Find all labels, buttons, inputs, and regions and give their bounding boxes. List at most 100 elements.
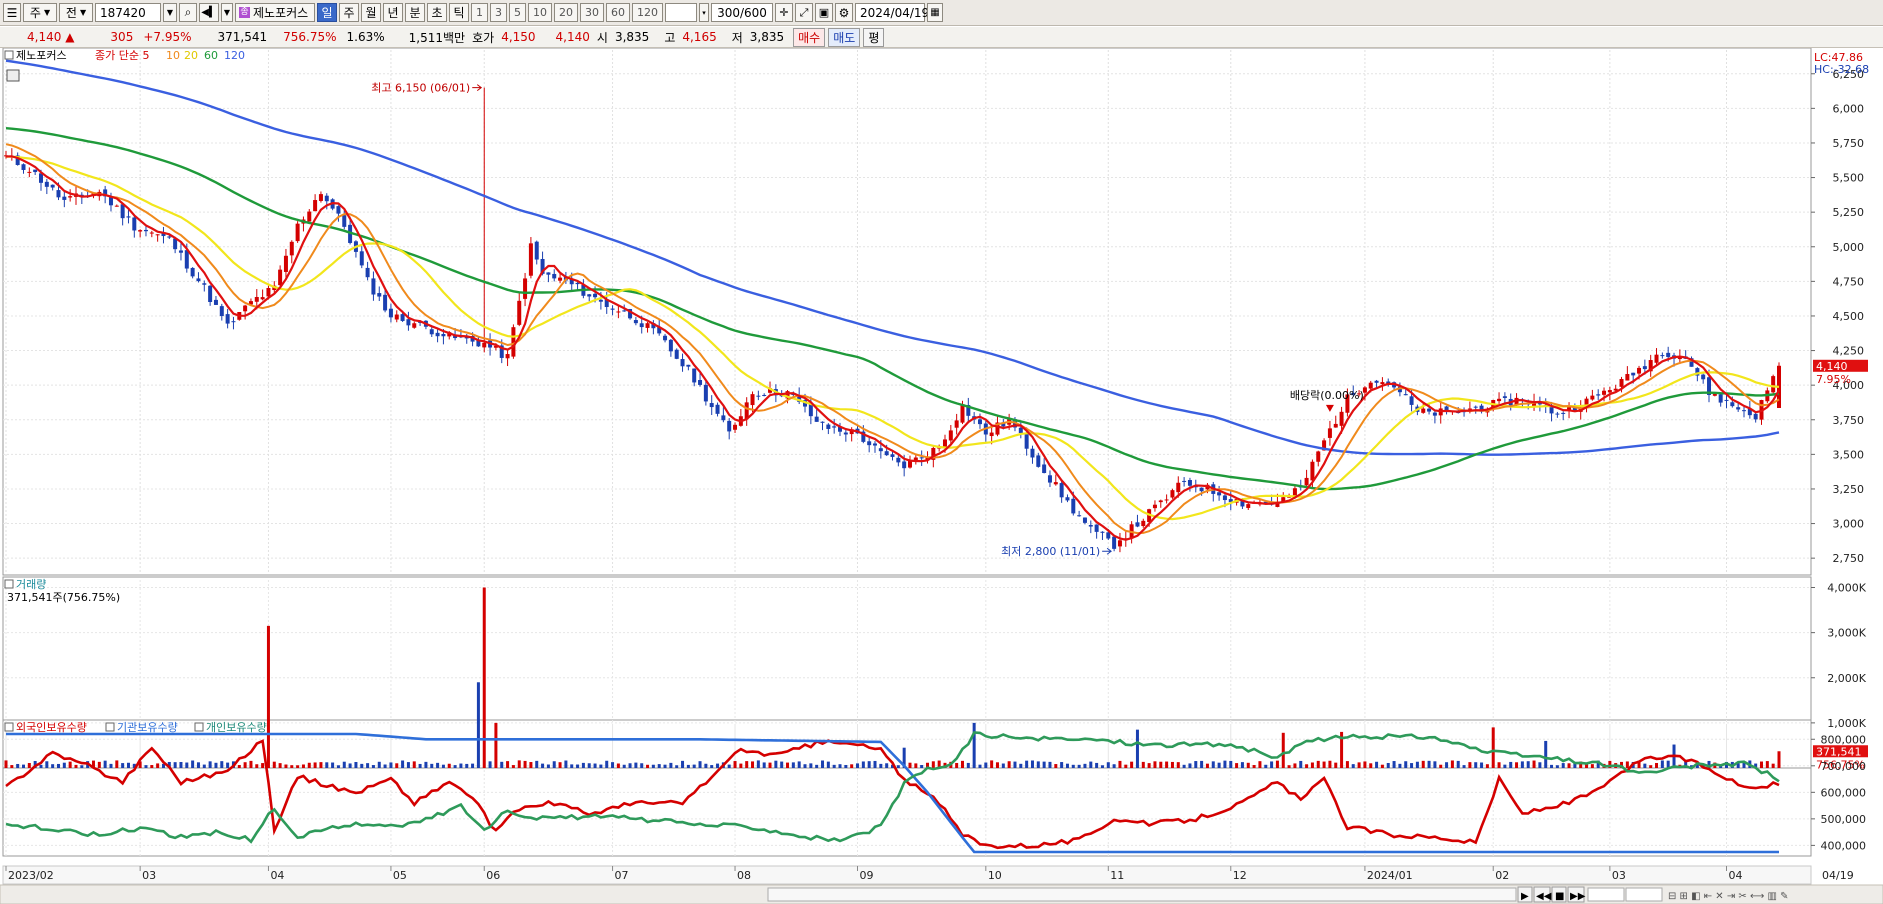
history-button[interactable]: ◀▍ (199, 3, 219, 22)
volume-bar (1649, 765, 1653, 768)
timeframe-week[interactable]: 주 (339, 3, 359, 22)
line-tool-icon: ⤢ (799, 5, 809, 19)
count-input[interactable]: 300/600 (711, 3, 773, 22)
zoom-slider-left[interactable] (1587, 887, 1625, 902)
volume-bar (325, 762, 329, 768)
volume-bar (191, 760, 195, 768)
volume-bar (272, 761, 276, 768)
volume-bar (424, 761, 428, 768)
stock-code-input[interactable]: 187420 (95, 3, 161, 22)
volume-bar (1299, 760, 1303, 768)
chart-tool-button[interactable]: ✛ (775, 3, 793, 22)
scrollbar-track[interactable] (767, 887, 1517, 902)
minute-120[interactable]: 120 (632, 3, 663, 22)
volume-bar (1450, 760, 1454, 768)
volume-bar (1462, 765, 1466, 768)
volume-bar (208, 761, 212, 768)
timeframe-month[interactable]: 월 (361, 3, 381, 22)
volume-bar (1322, 761, 1326, 768)
toolbar-icons-tail[interactable]: ⊟ ⊞ ◧ ⇤ ✕ ⇥ ✂ ⟷ ▥ ✎ (1668, 891, 1789, 902)
volume-bar (646, 764, 650, 768)
volume-bar (389, 762, 393, 768)
market-select[interactable]: 전 ▼ (59, 3, 93, 22)
volume-bar (914, 763, 918, 768)
candle-body (1753, 413, 1758, 420)
candle-body (1141, 520, 1146, 527)
timeframe-second[interactable]: 초 (427, 3, 447, 22)
history-dropdown-button[interactable]: ▼ (221, 3, 233, 22)
candle-body (733, 424, 738, 430)
volume-bar (1357, 762, 1361, 768)
candle-body (1112, 536, 1117, 549)
minute-60[interactable]: 60 (606, 3, 630, 22)
zoom-slider-right[interactable] (1625, 887, 1663, 902)
date-input[interactable]: 2024/04/19 (855, 3, 929, 22)
candle-body (1660, 355, 1665, 357)
calendar-button[interactable]: ▦ (927, 3, 943, 22)
minute-20[interactable]: 20 (554, 3, 578, 22)
volume-bar (1515, 762, 1519, 768)
volume-bar (1118, 760, 1122, 768)
volume-bar (1392, 761, 1396, 768)
volume-bar (1159, 761, 1163, 768)
volume-bar (832, 764, 836, 768)
candle-body (225, 314, 230, 324)
volume-bar (366, 763, 370, 768)
time-tick-label: 03 (142, 869, 156, 882)
volume-bar (1025, 760, 1029, 768)
price-tick-label: 3,000 (1833, 518, 1865, 531)
timeframe-tick[interactable]: 틱 (449, 3, 469, 22)
timeframe-minute[interactable]: 분 (405, 3, 425, 22)
volume-bar (62, 762, 66, 768)
time-tick-label: 03 (1612, 869, 1626, 882)
custom-interval-input[interactable] (665, 3, 697, 22)
volume-bar (1077, 764, 1081, 768)
volume-bar (1485, 764, 1489, 768)
menu-button[interactable]: ☰ (3, 3, 21, 22)
stock-chart[interactable]: 제노포커스 종가 단순 5 10 20 60 120 6,2506,0005,7… (0, 48, 1883, 904)
sell-button[interactable]: 매도 (828, 27, 861, 47)
volume-bar (441, 764, 445, 768)
low-price: 3,835 (749, 30, 785, 44)
volume-bar (1439, 764, 1443, 768)
stock-name-field[interactable]: 종 제노포커스 (235, 3, 315, 22)
candle-body (1771, 376, 1776, 393)
buy-button[interactable]: 매수 (793, 27, 826, 47)
last-change-label: 7.95% (1816, 373, 1851, 386)
volume-bar (476, 682, 480, 768)
minute-3[interactable]: 3 (490, 3, 507, 22)
legend-institution-box-icon (105, 722, 115, 732)
minute-30[interactable]: 30 (580, 3, 604, 22)
candle-body (1502, 396, 1507, 398)
volume-bar (109, 763, 113, 768)
search-button[interactable]: ⌕ (179, 3, 197, 22)
chart-tool-button-2[interactable]: ⤢ (795, 3, 813, 22)
volume-bar (1001, 763, 1005, 768)
volume-bar (710, 765, 714, 768)
save-button[interactable]: ▣ (815, 3, 833, 22)
volume-bar (669, 762, 673, 768)
price-tick-label: 5,000 (1833, 241, 1865, 254)
custom-interval-spinner[interactable]: ▾ (699, 3, 709, 22)
minute-1[interactable]: 1 (471, 3, 488, 22)
timeframe-year[interactable]: 년 (383, 3, 403, 22)
eval-button[interactable]: 평 (863, 27, 885, 47)
volume-bar (103, 760, 107, 768)
volume-bar (1655, 762, 1659, 768)
volume-bar (826, 761, 830, 768)
candle-body (120, 204, 125, 219)
timeframe-day[interactable]: 일 (317, 3, 337, 22)
low-annotation: 최저 2,800 (11/01) (1001, 545, 1112, 558)
volume-bar (144, 765, 148, 768)
chart-table-icon[interactable] (6, 69, 20, 82)
minute-5[interactable]: 5 (509, 3, 526, 22)
candle-body (1071, 498, 1076, 514)
volume-bar (1520, 761, 1524, 768)
code-dropdown-button[interactable]: ▼ (163, 3, 177, 22)
minute-10[interactable]: 10 (528, 3, 552, 22)
price-tick-label: 5,750 (1833, 137, 1865, 150)
period-type-select[interactable]: 주 ▼ (23, 3, 57, 22)
volume-bar (418, 763, 422, 768)
settings-button[interactable]: ⚙ (835, 3, 853, 22)
candle-body (832, 426, 837, 428)
